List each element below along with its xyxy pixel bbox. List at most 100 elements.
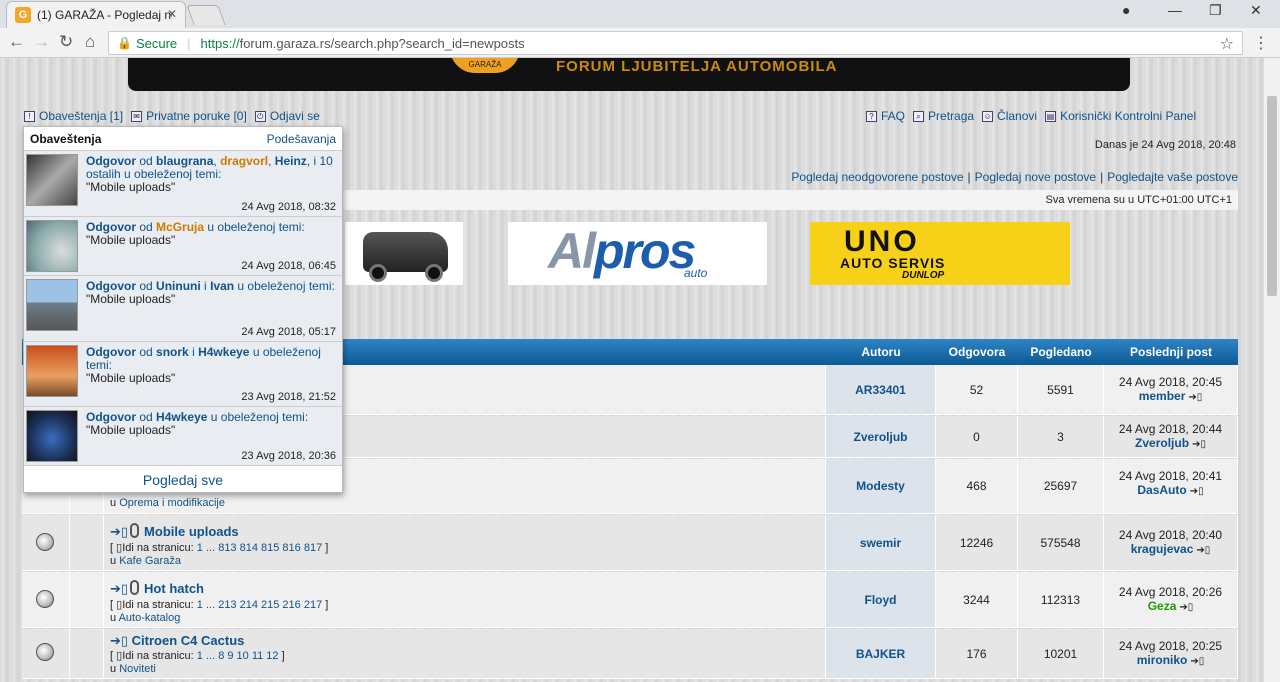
wheel-shape [369,264,387,282]
home-icon[interactable]: ⌂ [85,33,95,51]
topic-forum: u Noviteti [110,663,156,675]
notification-date: 24 Avg 2018, 05:17 [241,326,336,338]
new-tab-button[interactable] [186,5,226,25]
banner-title: FORUM LJUBITELJA AUTOMOBILA [556,58,838,75]
notification-settings-link[interactable]: Podešavanja [267,132,336,146]
last-post-author[interactable]: kragujevac [1131,542,1194,556]
reload-icon[interactable]: ↻ [59,33,73,51]
close-tab-icon[interactable]: ✕ [167,7,177,21]
topic-author[interactable]: AR33401 [826,365,936,414]
url-input[interactable]: 🔒 Secure | https://forum.garaza.rs/searc… [108,31,1243,55]
browser-menu-icon[interactable]: ⋮ [1253,33,1269,53]
goto-first-unread-icon[interactable]: ➔▯ [110,524,128,539]
goto-first-unread-icon[interactable]: ➔▯ [110,633,128,648]
search-link[interactable]: ⌕ Pretraga [913,109,974,123]
scrollbar-thumb[interactable] [1267,96,1277,296]
sponsor-uno-banner[interactable]: UNO AUTO SERVIS DUNLOP [810,222,1070,285]
notification-date: 24 Avg 2018, 06:45 [241,260,336,272]
unanswered-posts-link[interactable]: Pogledaj neodgovorene postove [791,170,963,184]
forum-page: GARAŽA FORUM LJUBITELJA AUTOMOBILA ! Obav… [0,58,1264,682]
goto-last-post-icon[interactable]: ➔▯ [1190,656,1204,667]
goto-first-unread-icon[interactable]: ➔▯ [110,581,128,596]
header-last-post[interactable]: Poslednji post [1104,345,1238,359]
back-arrow-icon[interactable]: ← [8,33,25,51]
topic-forum: u Auto-katalog [110,612,181,624]
minimize-icon[interactable]: — [1168,2,1182,18]
topic-replies: 468 [936,459,1018,513]
uno-subtitle: AUTO SERVIS [840,255,946,271]
forum-banner[interactable]: GARAŽA FORUM LJUBITELJA AUTOMOBILA [128,58,1130,91]
banner-logo: GARAŽA [450,58,520,73]
header-author[interactable]: Autoru [826,345,936,359]
tab-title: (1) GARAŽA - Pogledaj no [37,8,172,22]
user-control-panel-link[interactable]: ▤ Korisnički Kontrolni Panel [1045,109,1196,123]
notifications-dropdown: Obaveštenja Podešavanja Odgovor od blaug… [23,126,343,493]
header-views[interactable]: Pogledano [1018,345,1104,359]
maximize-icon[interactable]: ❐ [1209,2,1222,19]
topic-author[interactable]: BAJKER [826,629,936,678]
sponsor-alpros-banner[interactable]: Alpros auto [508,222,767,285]
url-separator: | [187,35,191,51]
your-posts-link[interactable]: Pogledajte vaše postove [1107,170,1238,184]
close-window-icon[interactable]: ✕ [1250,2,1262,19]
topic-author[interactable]: Modesty [826,459,936,513]
notification-item[interactable]: Odgovor od H4wkeye u obeleženoj temi: "Mo… [24,407,342,466]
last-post-author[interactable]: DasAuto [1137,483,1186,497]
notification-item[interactable]: Odgovor od McGruja u obeleženoj temi: "Mo… [24,217,342,276]
last-post-author[interactable]: mironiko [1137,653,1188,667]
topic-type-cell [70,629,104,678]
private-messages-link[interactable]: ✉ Privatne poruke [0] [131,109,247,123]
notification-item[interactable]: Odgovor od snork i H4wkeye u obeleženoj … [24,342,342,407]
new-posts-link[interactable]: Pogledaj nove postove [975,170,1096,184]
goto-last-post-icon[interactable]: ➔▯ [1179,602,1193,613]
notification-item[interactable]: Odgovor od blaugrana, dragvorl, Heinz, i… [24,151,342,217]
members-link[interactable]: ☺ Članovi [982,109,1037,123]
goto-last-post-icon[interactable]: ➔▯ [1196,545,1210,556]
view-all-notifications-link[interactable]: Pogledaj sve [24,466,342,494]
header-replies[interactable]: Odgovora [936,345,1018,359]
last-post-date: 24 Avg 2018, 20:25 [1118,639,1223,653]
topic-author[interactable]: swemir [826,515,936,570]
notification-item[interactable]: Odgovor od Uninuni i Ivan u obeleženoj t… [24,276,342,342]
browser-tab[interactable]: G (1) GARAŽA - Pogledaj no ✕ [6,1,186,28]
goto-last-post-icon[interactable]: ➔▯ [1188,392,1202,403]
alpros-logo: Alpros [548,223,696,279]
attachment-icon [130,523,140,538]
topic-title[interactable]: ➔▯ Hot hatch [110,580,204,597]
attachment-icon [130,580,140,595]
avatar [26,345,78,397]
topic-title[interactable]: ➔▯ Citroen C4 Cactus [110,633,244,649]
user-nav: ! Obaveštenja [1] ✉ Privatne poruke [0] ⏻ O… [24,108,328,124]
topic-author[interactable]: Zveroljub [826,416,936,457]
topic-replies: 12246 [936,515,1018,570]
faq-link[interactable]: ? FAQ [866,109,905,123]
avatar [26,279,78,331]
messages-icon: ✉ [131,110,143,122]
search-icon: ⌕ [913,110,925,122]
forward-arrow-icon[interactable]: → [33,33,50,51]
bookmark-star-icon[interactable]: ☆ [1220,34,1234,54]
last-post-author[interactable]: Geza [1148,599,1177,613]
notifications-title: Obaveštenja [30,131,102,146]
topic-status-cell [22,572,70,627]
topic-cell: ➔▯ Mobile uploads [ ▯Idi na stranicu: 1 .… [104,515,826,570]
link-separator: | [967,170,971,184]
goto-last-post-icon[interactable]: ➔▯ [1190,486,1204,497]
topic-type-cell [70,515,104,570]
logout-link[interactable]: ⏻ Odjavi se [254,109,320,123]
control-panel-icon: ▤ [1045,110,1057,122]
last-post-date: 24 Avg 2018, 20:26 [1118,585,1223,599]
topic-pages: [ ▯Idi na stranicu: 1 ... 213 214 215 21… [110,599,329,611]
topic-title[interactable]: ➔▯ Mobile uploads [110,523,239,540]
page-scrollbar[interactable] [1264,58,1280,682]
topic-author[interactable]: Floyd [826,572,936,627]
last-post-author[interactable]: member [1139,389,1186,403]
notifications-link[interactable]: ! Obaveštenja [1] [24,109,123,123]
goto-last-post-icon[interactable]: ➔▯ [1192,439,1206,450]
notifications-icon: ! [24,110,35,122]
sponsor-pickup-banner[interactable] [345,222,463,285]
last-post-author[interactable]: Zveroljub [1135,436,1189,450]
last-post-cell: 24 Avg 2018, 20:45 member ➔▯ [1104,365,1238,414]
profile-icon[interactable]: ● [1122,2,1130,18]
topic-replies: 52 [936,365,1018,414]
